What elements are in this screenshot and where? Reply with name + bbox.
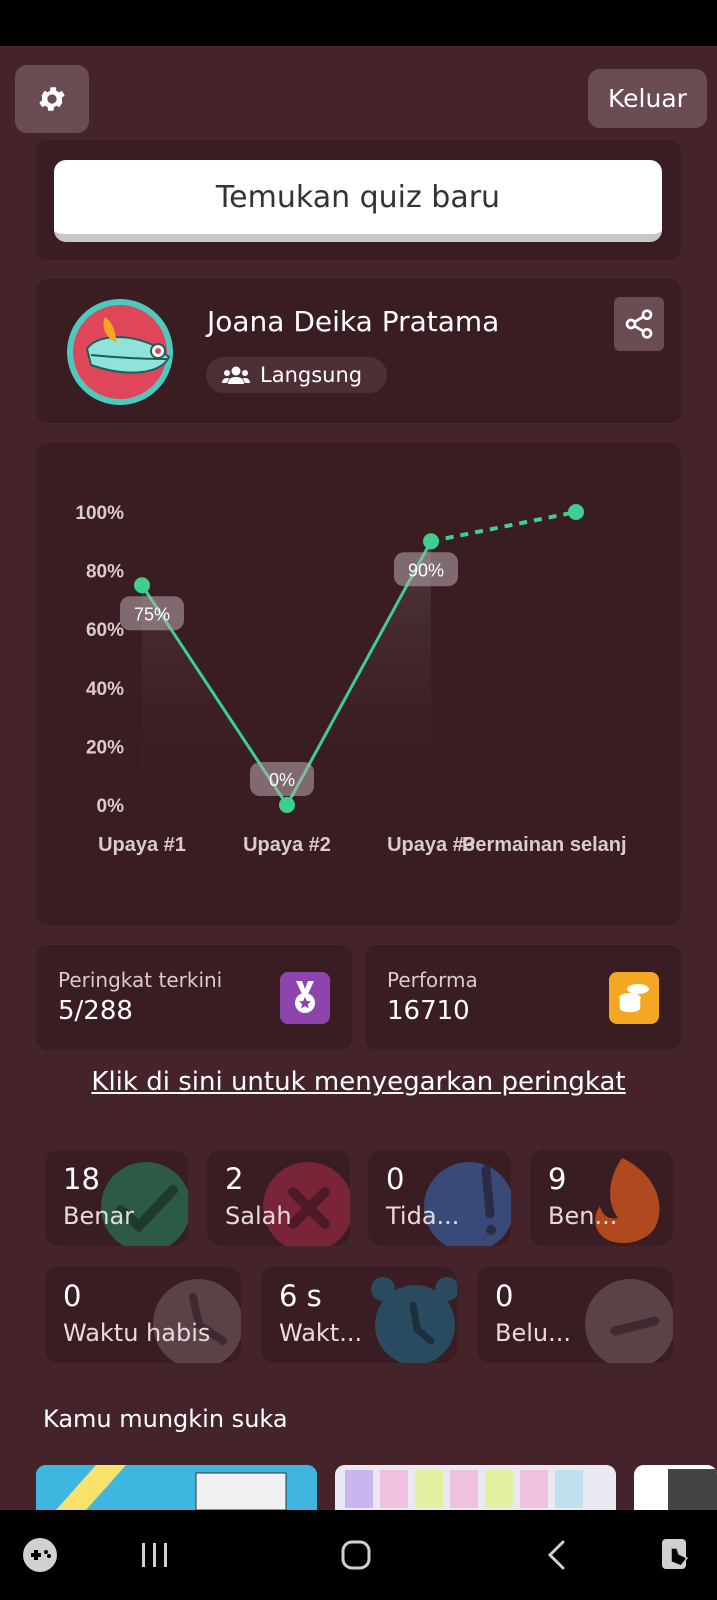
users-icon [222,366,250,384]
performance-chart-svg: 0% 20% 40% 60% 80% 100% 75% 0% 90% Upaya #1 Upaya … [75,503,627,856]
data-point [423,533,439,550]
back-icon [547,1540,565,1570]
recent-apps-icon [142,1543,167,1567]
profile-card: Joana Deika Pratama Langsung [36,279,681,423]
data-point [279,797,295,813]
share-button[interactable] [614,297,664,351]
medal-icon [280,972,330,1024]
y-tick-label: 100% [75,503,124,524]
timeout-label: Waktu habis [63,1319,211,1347]
streak-label: Ben... [548,1202,618,1230]
back-button[interactable] [528,1510,588,1600]
logout-button[interactable]: Keluar [588,69,707,128]
unattempted-tile[interactable]: 0 Belu... [477,1267,673,1363]
y-tick-label: 80% [86,562,124,583]
game-launcher-button[interactable] [10,1510,70,1600]
refresh-rank-link[interactable]: Klik di sini untuk menyegarkan peringkat [0,1067,717,1097]
correct-label: Benar [63,1202,135,1230]
performance-label: Performa [387,968,478,992]
home-icon [341,1540,371,1570]
wrong-count: 2 [225,1162,244,1196]
wrong-label: Salah [225,1202,292,1230]
share-icon [625,309,653,339]
unattempted-label: Belu... [495,1319,571,1347]
status-bar [0,0,717,46]
gamepad-icon [23,1538,57,1572]
x-tick-label: Permainan selanj [462,834,627,856]
x-tick-label: Upaya #1 [98,834,186,856]
streak-count: 9 [548,1162,567,1196]
coins-icon [609,972,659,1024]
minus-icon [585,1279,673,1363]
y-tick-label: 0% [97,796,125,817]
screen-touch-button[interactable] [646,1510,706,1600]
data-point [134,577,150,594]
gear-icon [39,87,65,111]
search-card: Temukan quiz baru [36,140,681,260]
timeout-count: 0 [63,1279,82,1313]
performance-chart: 0% 20% 40% 60% 80% 100% 75% 0% 90% Upaya #1 Upaya … [36,443,681,925]
current-rank-card: Peringkat terkini 5/288 [36,945,352,1050]
unanswered-tile[interactable]: 0 Tida... [368,1150,511,1246]
suggested-quiz-card[interactable] [36,1465,317,1510]
correct-tile[interactable]: 18 Benar [45,1150,188,1246]
current-rank-label: Peringkat terkini [58,968,223,992]
avg-time-label: Wakt... [279,1319,363,1347]
unattempted-count: 0 [495,1279,514,1313]
unanswered-label: Tida... [386,1202,460,1230]
performance-card: Performa 16710 [365,945,681,1050]
data-label: 0% [269,770,295,790]
current-rank-value: 5/288 [58,996,133,1026]
y-tick-label: 60% [86,620,124,641]
quiz-thumbnail-image [634,1465,717,1510]
quiz-thumbnail-image [335,1465,616,1510]
game-mode-label: Langsung [260,363,363,387]
quiz-thumbnail-image [36,1465,317,1510]
data-label: 75% [134,604,170,624]
avg-time-tile[interactable]: 6 s Wakt... [261,1267,457,1363]
x-tick-label: Upaya #2 [243,834,331,856]
streak-tile[interactable]: 9 Ben... [530,1150,673,1246]
avg-time-value: 6 s [279,1279,322,1313]
profile-name: Joana Deika Pratama [207,305,500,338]
y-tick-label: 40% [86,679,124,700]
alarm-clock-icon [371,1277,457,1363]
game-mode-badge: Langsung [206,357,387,393]
system-nav-bar [0,1510,717,1600]
correct-count: 18 [63,1162,100,1196]
timeout-tile[interactable]: 0 Waktu habis [45,1267,241,1363]
y-tick-label: 20% [86,737,124,758]
avatar[interactable] [65,297,175,407]
wrong-tile[interactable]: 2 Salah [207,1150,350,1246]
home-button[interactable] [326,1510,386,1600]
suggested-quiz-card[interactable] [335,1465,616,1510]
data-label: 90% [408,560,444,580]
find-new-quiz-button[interactable]: Temukan quiz baru [54,160,662,242]
performance-value: 16710 [387,996,470,1026]
suggested-quiz-card[interactable] [634,1465,717,1510]
unanswered-count: 0 [386,1162,405,1196]
recent-apps-button[interactable] [125,1510,185,1600]
data-point [568,504,584,520]
settings-button[interactable] [15,65,89,133]
touch-icon [662,1539,689,1569]
suggestions-title: Kamu mungkin suka [43,1405,288,1433]
projected-line [430,510,577,544]
